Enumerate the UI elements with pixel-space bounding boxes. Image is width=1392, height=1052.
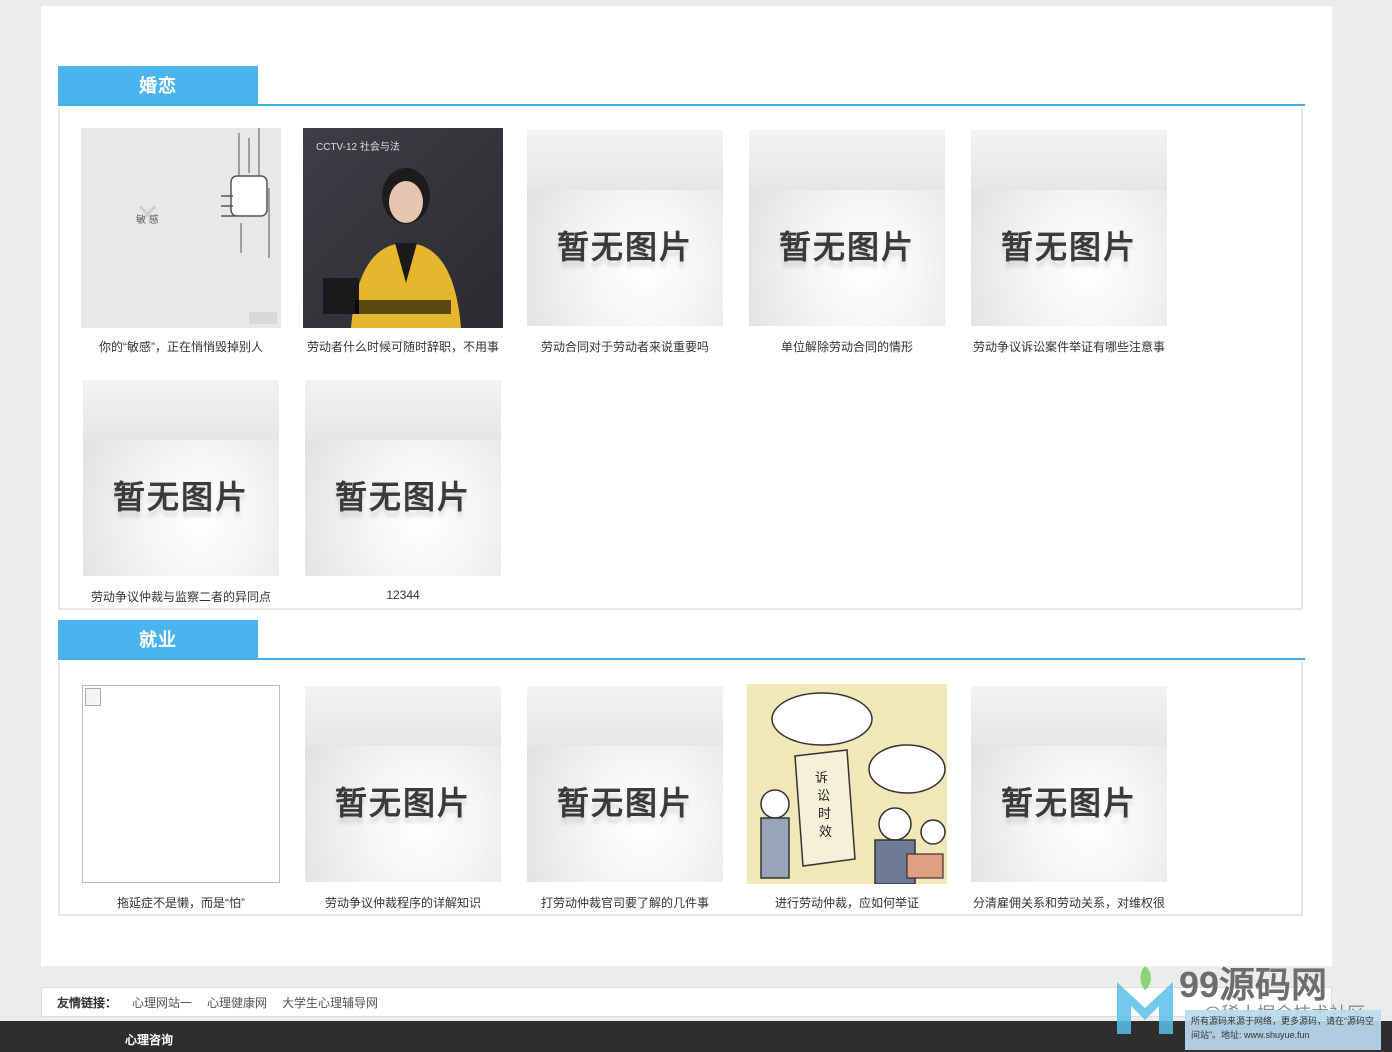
program-tag [323, 278, 359, 314]
svg-text:诉: 诉 [815, 771, 828, 786]
section-header: 就业 [58, 620, 1308, 662]
article-thumbnail[interactable]: 暂无图片 [969, 128, 1169, 328]
section-header: 婚恋 [58, 66, 1308, 108]
article-card[interactable]: 暂无图片 劳动争议诉讼案件举证有哪些注意事 [958, 128, 1180, 354]
svg-text:讼: 讼 [817, 789, 830, 804]
section-tab[interactable]: 就业 [58, 620, 258, 658]
article-thumbnail[interactable]: CCTV-12 社会与法 [303, 128, 503, 328]
section-grid: ✕ 敏 感 你的“敏感”，正在悄悄毁掉别人 CCTV-12 社会与法 劳动者什么… [58, 108, 1303, 610]
article-card[interactable]: ✕ 敏 感 你的“敏感”，正在悄悄毁掉别人 [70, 128, 292, 354]
placeholder-text: 暂无图片 [334, 785, 471, 821]
article-card[interactable]: 诉 讼 时 效 进行劳动仲裁，应如何举证 [736, 684, 958, 910]
article-thumbnail[interactable]: 暂无图片 [303, 378, 503, 578]
watermark: 99源码网 @稀土掘金技术社区 所有源码来源于网络，更多源码，请在“源码空间站”… [1115, 952, 1385, 1052]
article-card[interactable]: 暂无图片 12344 [292, 378, 514, 602]
watermark-notice: 所有源码来源于网络，更多源码，请在“源码空间站”。地址: www.shuyue.… [1185, 1010, 1381, 1050]
friend-link[interactable]: 大学生心理辅导网 [282, 994, 378, 1011]
section-hunlian: 婚恋 ✕ 敏 感 你的“敏感”，正在悄悄毁掉别人 CCTV-12 社会与法 劳动… [58, 66, 1308, 610]
article-thumbnail[interactable]: 诉 讼 时 效 [747, 684, 947, 884]
svg-text:效: 效 [819, 825, 832, 840]
article-title[interactable]: 劳动者什么时候可随时辞职，不用事 [292, 338, 514, 355]
placeholder-text: 暂无图片 [1000, 229, 1137, 265]
no-image-placeholder: 暂无图片 [971, 686, 1167, 882]
cartoon-scroll-icon: 诉 讼 时 效 [760, 692, 946, 884]
article-thumbnail[interactable]: ✕ 敏 感 [81, 128, 281, 328]
article-card[interactable]: 暂无图片 单位解除劳动合同的情形 [736, 128, 958, 354]
article-card[interactable]: 拖延症不是懒，而是“怕” [70, 684, 292, 910]
news-anchor-photo: CCTV-12 社会与法 [303, 128, 503, 328]
placeholder-text: 暂无图片 [778, 229, 915, 265]
no-image-placeholder: 暂无图片 [749, 130, 945, 326]
article-card[interactable]: CCTV-12 社会与法 劳动者什么时候可随时辞职，不用事 [292, 128, 514, 354]
watermark-logo-icon [1117, 966, 1173, 1034]
no-image-placeholder: 暂无图片 [527, 686, 723, 882]
section-grid: 拖延症不是懒，而是“怕” 暂无图片 劳动争议仲裁程序的详解知识 暂无图片 打劳动… [58, 662, 1303, 916]
article-title[interactable]: 单位解除劳动合同的情形 [736, 338, 958, 355]
article-title[interactable]: 分清雇佣关系和劳动关系，对维权很 [958, 894, 1180, 911]
corner-logo [249, 312, 277, 324]
no-image-placeholder: 暂无图片 [305, 686, 501, 882]
placeholder-text: 暂无图片 [112, 479, 249, 515]
pointing-fist-icon [221, 128, 270, 258]
friend-link[interactable]: 心理网站一 [132, 994, 192, 1011]
article-title[interactable]: 你的“敏感”，正在悄悄毁掉别人 [70, 338, 292, 355]
placeholder-text: 暂无图片 [1000, 785, 1137, 821]
article-title[interactable]: 12344 [292, 588, 514, 602]
no-image-placeholder: 暂无图片 [971, 130, 1167, 326]
article-title[interactable]: 打劳动仲裁官司要了解的几件事 [514, 894, 736, 911]
tv-logo: CCTV-12 社会与法 [316, 142, 400, 153]
section-divider [58, 104, 1305, 106]
article-card[interactable]: 暂无图片 劳动争议仲裁与监察二者的异同点 [70, 378, 292, 604]
no-image-placeholder: 暂无图片 [83, 380, 279, 576]
main-content: 婚恋 ✕ 敏 感 你的“敏感”，正在悄悄毁掉别人 CCTV-12 社会与法 劳动… [41, 6, 1332, 966]
cartoon-illustration: 诉 讼 时 效 [747, 684, 947, 884]
article-title[interactable]: 劳动合同对于劳动者来说重要吗 [514, 338, 736, 355]
article-thumbnail[interactable] [81, 684, 281, 884]
article-card[interactable]: 暂无图片 劳动争议仲裁程序的详解知识 [292, 684, 514, 910]
article-thumbnail[interactable]: 暂无图片 [525, 128, 725, 328]
article-thumbnail[interactable]: 暂无图片 [81, 378, 281, 578]
article-thumbnail[interactable]: 暂无图片 [525, 684, 725, 884]
article-thumbnail[interactable]: 暂无图片 [747, 128, 947, 328]
friend-link[interactable]: 心理健康网 [207, 994, 267, 1011]
article-title[interactable]: 劳动争议诉讼案件举证有哪些注意事 [958, 338, 1180, 355]
article-title[interactable]: 进行劳动仲裁，应如何举证 [736, 894, 958, 911]
article-title[interactable]: 拖延症不是懒，而是“怕” [70, 894, 292, 911]
article-title[interactable]: 劳动争议仲裁程序的详解知识 [292, 894, 514, 911]
article-card[interactable]: 暂无图片 打劳动仲裁官司要了解的几件事 [514, 684, 736, 910]
placeholder-text: 暂无图片 [556, 785, 693, 821]
section-jiuye: 就业 拖延症不是懒，而是“怕” 暂无图片 劳动争议仲裁程序的详解知识 暂无图片 … [58, 620, 1308, 916]
friend-links-label: 友情链接： [57, 995, 118, 1010]
article-card[interactable]: 暂无图片 劳动合同对于劳动者来说重要吗 [514, 128, 736, 354]
article-thumbnail[interactable]: 暂无图片 [303, 684, 503, 884]
article-thumbnail[interactable]: 暂无图片 [969, 684, 1169, 884]
article-title[interactable]: 劳动争议仲裁与监察二者的异同点 [70, 588, 292, 605]
section-tab[interactable]: 婚恋 [58, 66, 258, 104]
section-divider [58, 658, 1305, 660]
no-image-placeholder: 暂无图片 [305, 380, 501, 576]
no-image-placeholder: 暂无图片 [527, 130, 723, 326]
placeholder-text: 暂无图片 [334, 479, 471, 515]
broken-image-icon [85, 688, 101, 706]
placeholder-text: 暂无图片 [556, 229, 693, 265]
footer-title[interactable]: 心理咨询 [125, 1031, 173, 1048]
svg-text:时: 时 [818, 807, 831, 822]
broken-image [82, 685, 280, 883]
thumbnail-text: 敏 感 [136, 215, 159, 226]
caption-bar [355, 300, 451, 314]
sensitive-illustration: ✕ 敏 感 [81, 128, 281, 328]
article-card[interactable]: 暂无图片 分清雇佣关系和劳动关系，对维权很 [958, 684, 1180, 910]
